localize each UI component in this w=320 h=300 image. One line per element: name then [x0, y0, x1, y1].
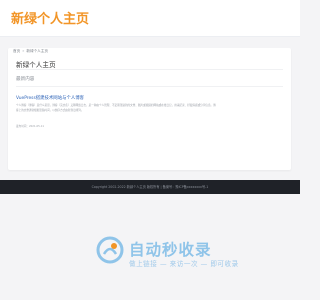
watermark-slogan: 做上链接 — 来访一次 — 即可收录 [129, 260, 239, 268]
breadcrumb-home-link[interactable]: 首页 [13, 49, 20, 53]
watermark-logo-icon [96, 236, 124, 264]
footer-copyright: Copyright 2002-2022 新绿个人主页 版权所有 | 备案号：豫I… [91, 185, 209, 189]
footer: Copyright 2002-2022 新绿个人主页 版权所有 | 备案号：豫I… [0, 180, 300, 194]
post-date: 发布时间：2021-05-11 [16, 125, 45, 128]
site-logo-title[interactable]: 新绿个人主页 [11, 8, 89, 27]
watermark-banner: 自动秒收录 做上链接 — 来访一次 — 即可收录 [96, 236, 281, 280]
section-heading: 最新内容 [16, 77, 35, 82]
divider [16, 86, 283, 87]
top-header: 新绿个人主页 [0, 0, 300, 37]
divider [16, 69, 283, 70]
breadcrumb-current: 新绿个人主页 [26, 49, 48, 53]
post-excerpt: 个人博客（博客）是什么意思，博客（英文名）又称网络日志，是一种由个人管理、不定期… [16, 104, 216, 112]
content-card: 新绿个人主页 最新内容 VuePress搭建技术网站与个人博客 个人博客（博客）… [8, 48, 291, 170]
watermark-brand: 自动秒收录 [129, 241, 212, 259]
breadcrumb-separator: » [22, 49, 25, 53]
post-title-link[interactable]: VuePress搭建技术网站与个人博客 [16, 95, 84, 101]
breadcrumb: 首页» 新绿个人主页 [13, 49, 48, 54]
page-title: 新绿个人主页 [16, 61, 56, 69]
